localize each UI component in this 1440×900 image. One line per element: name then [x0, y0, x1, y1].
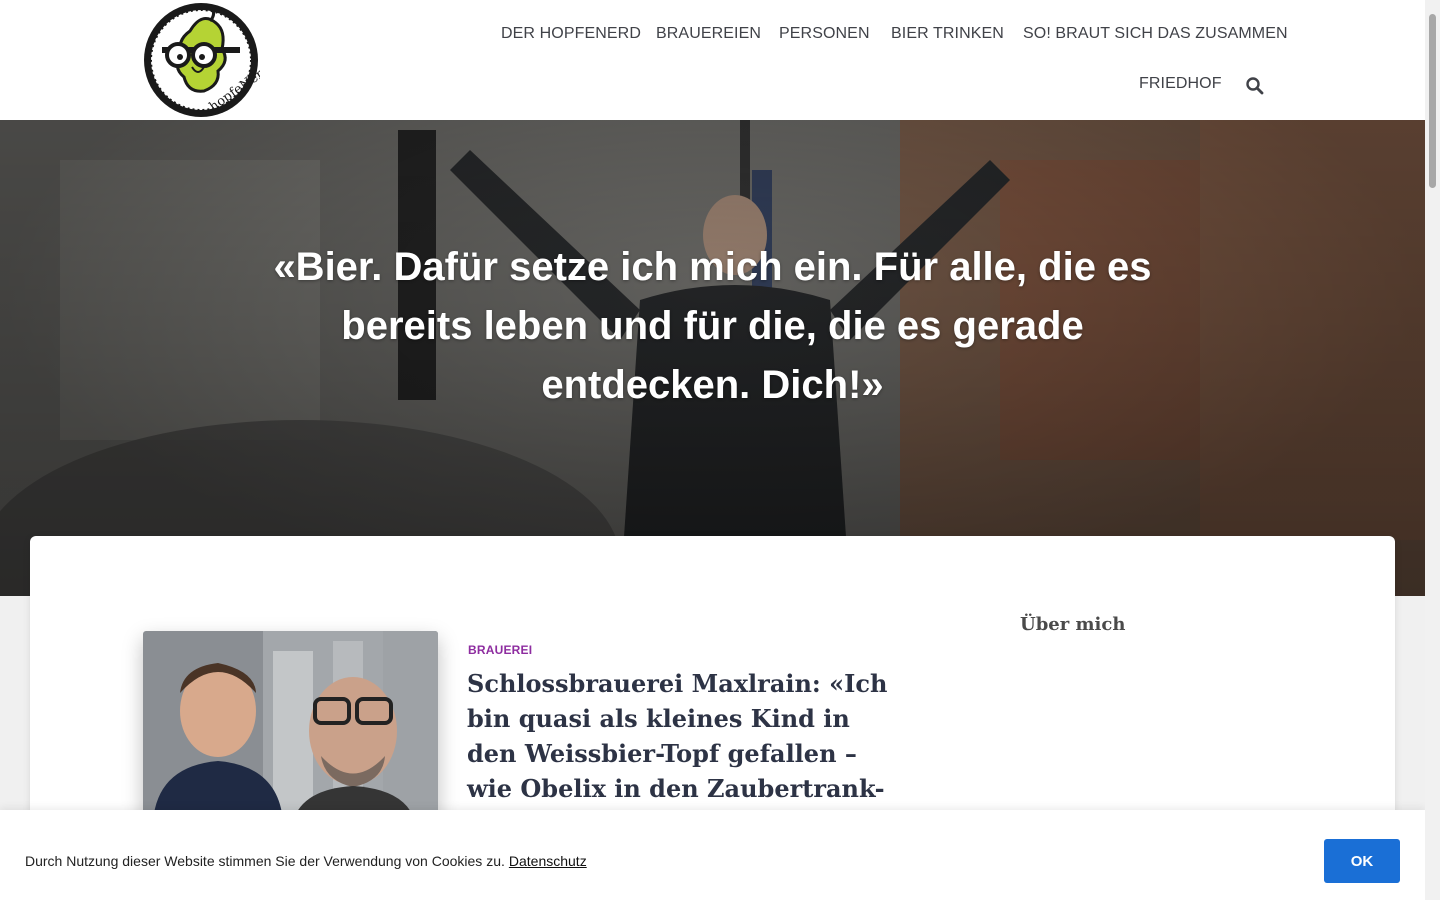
hop-logo-icon: hopfeNerd: [144, 3, 273, 117]
post-category[interactable]: BRAUEREI: [468, 643, 532, 657]
search-icon[interactable]: [1245, 76, 1265, 96]
nav-bier-trinken[interactable]: BIER TRINKEN: [891, 25, 1004, 43]
nav-friedhof[interactable]: FRIEDHOF: [1139, 75, 1222, 93]
hero-quote: «Bier. Dafür setze ich mich ein. Für all…: [273, 245, 1152, 407]
post-thumbnail[interactable]: [143, 631, 438, 821]
cookie-ok-button[interactable]: OK: [1324, 839, 1400, 883]
sidebar-widget-title: Über mich: [1020, 614, 1126, 635]
cookie-notice: Durch Nutzung dieser Website stimmen Sie…: [25, 853, 587, 869]
privacy-link[interactable]: Datenschutz: [509, 853, 587, 869]
site-header: hopfeNerd DER HOPFENERD BRAUEREIEN PERSO…: [0, 0, 1425, 120]
cookie-banner: Durch Nutzung dieser Website stimmen Sie…: [0, 810, 1425, 900]
cookie-text: Durch Nutzung dieser Website stimmen Sie…: [25, 853, 505, 869]
post-image: [143, 631, 438, 821]
nav-der-hopfenerd[interactable]: DER HOPFENERD: [501, 25, 641, 43]
site-logo[interactable]: hopfeNerd: [142, 1, 273, 119]
nav-brauereien[interactable]: BRAUEREIEN: [656, 25, 761, 43]
page-scrollbar[interactable]: [1425, 0, 1440, 900]
nav-so-braut-sich[interactable]: SO! BRAUT SICH DAS ZUSAMMEN: [1023, 25, 1288, 43]
nav-personen[interactable]: PERSONEN: [779, 25, 870, 43]
scroll-thumb[interactable]: [1429, 14, 1436, 188]
